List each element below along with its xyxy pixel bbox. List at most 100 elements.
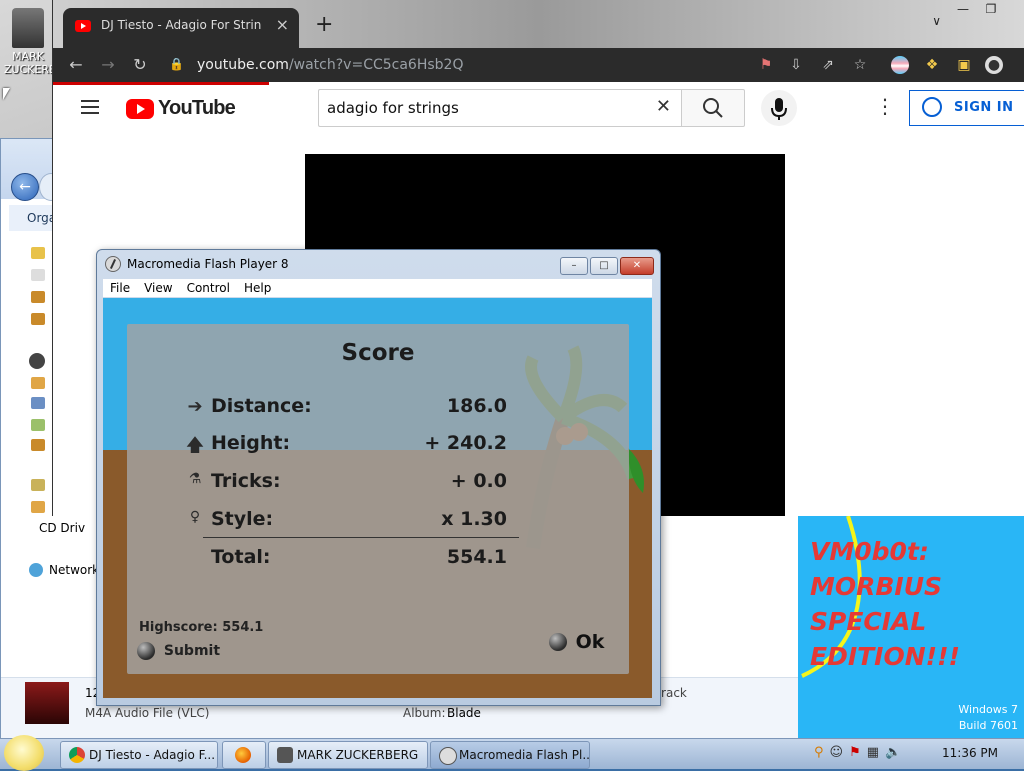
extensions-puzzle-icon[interactable]: ❖ xyxy=(923,56,941,74)
network-item[interactable]: Network xyxy=(49,563,99,577)
sign-in-label: SIGN IN xyxy=(954,100,1014,115)
score-row-height: 🡅 Height: + 240.2 xyxy=(185,431,507,461)
taskbar-item-explorer[interactable]: MARK ZUCKERBERG xyxy=(268,741,428,769)
album-value: Blade xyxy=(447,706,481,720)
search-icon[interactable]: ⚲ xyxy=(814,745,824,760)
style-figure-icon: ♀ xyxy=(189,509,201,525)
file-type: M4A Audio File (VLC) xyxy=(85,706,210,720)
score-row-tricks: ⚗ Tricks: + 0.0 xyxy=(185,469,507,499)
clear-search-icon[interactable]: ✕ xyxy=(656,96,671,117)
library-icon[interactable] xyxy=(29,353,45,369)
tab-youtube[interactable]: DJ Tiesto - Adagio For Strings × xyxy=(63,8,299,48)
browser-toolbar: ← → ↻ 🔒 youtube.com/watch?v=CC5ca6Hsb2Q … xyxy=(53,48,1024,82)
drive-icon[interactable] xyxy=(31,501,45,513)
vm-line: MORBIUS xyxy=(810,572,943,601)
network-tray-icon[interactable]: ▦ xyxy=(867,745,879,760)
menu-file[interactable]: File xyxy=(103,279,137,297)
score-row-total: Total: 554.1 xyxy=(185,545,507,575)
album-label: Album: xyxy=(403,706,446,720)
voice-search-button[interactable] xyxy=(761,90,797,126)
favorites-star-icon[interactable] xyxy=(31,247,45,259)
sign-in-button[interactable]: SIGN IN xyxy=(909,90,1024,126)
url-path: /watch?v=CC5ca6Hsb2Q xyxy=(288,57,464,73)
volume-icon[interactable]: 🔈 xyxy=(885,745,901,760)
folder-icon[interactable] xyxy=(31,291,45,303)
ok-button[interactable]: Ok xyxy=(549,630,604,653)
folder-icon[interactable] xyxy=(31,313,45,325)
network-icon[interactable] xyxy=(29,563,43,577)
youtube-logo[interactable]: YouTube xyxy=(126,97,236,120)
install-app-icon[interactable]: ⇩ xyxy=(787,56,805,74)
profile-flag-icon[interactable] xyxy=(891,56,909,74)
flash-close-button[interactable]: ✕ xyxy=(620,257,654,275)
folder-icon[interactable] xyxy=(31,397,45,409)
menu-help[interactable]: Help xyxy=(237,279,278,297)
bookmark-star-icon[interactable]: ☆ xyxy=(851,56,869,74)
highscore-text: Highscore: 554.1 xyxy=(139,620,264,635)
flash-window-title: Macromedia Flash Player 8 xyxy=(127,257,289,271)
tab-close-icon[interactable]: × xyxy=(276,15,289,34)
search-box[interactable]: ✕ xyxy=(318,89,681,127)
score-value: + 0.0 xyxy=(450,470,507,492)
url-text: youtube.com/watch?v=CC5ca6Hsb2Q xyxy=(197,57,463,73)
menu-view[interactable]: View xyxy=(137,279,179,297)
flash-maximize-button[interactable]: □ xyxy=(590,257,618,275)
start-button[interactable] xyxy=(4,735,44,771)
account-avatar-icon[interactable]: ● xyxy=(985,56,1003,74)
vm-line: SPECIAL xyxy=(810,607,927,636)
menu-control[interactable]: Control xyxy=(180,279,237,297)
reload-icon[interactable]: ↻ xyxy=(129,54,151,76)
clock[interactable]: 11:36 PM xyxy=(942,746,998,760)
submit-button[interactable]: Submit xyxy=(137,642,220,660)
chrome-icon xyxy=(69,747,85,763)
flash-game-stage[interactable]: Score ➔ Distance: 186.0 🡅 Height: + 240.… xyxy=(103,298,652,698)
vm-line: EDITION!!! xyxy=(810,642,960,671)
back-arrow-icon[interactable]: ← xyxy=(65,54,87,76)
action-center-icon[interactable]: ⚑ xyxy=(849,745,861,760)
settings-kebab-icon[interactable]: ⋮ xyxy=(875,96,895,116)
share-icon[interactable]: ⇗ xyxy=(819,56,837,74)
folder-icon[interactable] xyxy=(31,377,45,389)
flash-window-controls: – □ ✕ xyxy=(558,257,654,275)
forward-arrow-icon[interactable]: → xyxy=(97,54,119,76)
restore-button[interactable]: ❐ xyxy=(977,0,1005,20)
youtube-play-icon xyxy=(126,98,154,119)
side-panel-icon[interactable]: ▣ xyxy=(955,56,973,74)
flash-app-icon xyxy=(105,256,121,272)
cd-drive-item[interactable]: CD Driv xyxy=(39,521,85,535)
lock-icon[interactable]: 🔒 xyxy=(169,57,184,71)
youtube-favicon-icon xyxy=(75,20,91,32)
computer-icon[interactable] xyxy=(31,479,45,491)
desktop-nav-icon[interactable] xyxy=(31,269,45,281)
windows-watermark: Windows 7 Build 7601 xyxy=(958,702,1018,734)
search-button[interactable] xyxy=(681,89,745,127)
taskbar-item-flash[interactable]: Macromedia Flash Pl... xyxy=(430,741,590,769)
taskbar-label: MARK ZUCKERBERG xyxy=(297,748,419,762)
taskbar: DJ Tiesto - Adagio F... MARK ZUCKERBERG … xyxy=(0,735,1024,771)
tab-search-chevron-icon[interactable]: ∨ xyxy=(932,14,941,28)
address-bar[interactable]: 🔒 youtube.com/watch?v=CC5ca6Hsb2Q xyxy=(163,51,743,79)
flash-player-window: Macromedia Flash Player 8 – □ ✕ File Vie… xyxy=(96,249,661,706)
search-input[interactable] xyxy=(325,98,649,118)
total-divider xyxy=(203,537,519,538)
folder-icon[interactable] xyxy=(31,419,45,431)
desktop-icon-mark-zuckerberg[interactable]: MARK ZUCKERBERG xyxy=(4,8,80,76)
site-settings-icon[interactable]: ⚑ xyxy=(757,56,775,74)
flash-minimize-button[interactable]: – xyxy=(560,257,588,275)
folder-icon[interactable] xyxy=(31,439,45,451)
taskbar-item-firefox[interactable] xyxy=(222,741,266,769)
minimize-button[interactable]: — xyxy=(949,0,977,20)
score-value: 554.1 xyxy=(446,546,507,568)
score-value: x 1.30 xyxy=(441,508,507,530)
os-build: Build 7601 xyxy=(958,719,1018,732)
submit-label: Submit xyxy=(163,643,221,659)
flash-title-bar[interactable]: Macromedia Flash Player 8 xyxy=(105,256,289,272)
new-tab-button[interactable]: + xyxy=(315,12,333,37)
taskbar-item-chrome[interactable]: DJ Tiesto - Adagio F... xyxy=(60,741,218,769)
explorer-back-button[interactable]: ← xyxy=(11,173,39,201)
score-value: 186.0 xyxy=(446,395,507,417)
menu-hamburger-icon[interactable] xyxy=(81,100,99,118)
chat-icon[interactable]: ☺ xyxy=(830,745,844,760)
microphone-icon xyxy=(771,98,787,120)
score-panel: Score ➔ Distance: 186.0 🡅 Height: + 240.… xyxy=(127,324,629,674)
